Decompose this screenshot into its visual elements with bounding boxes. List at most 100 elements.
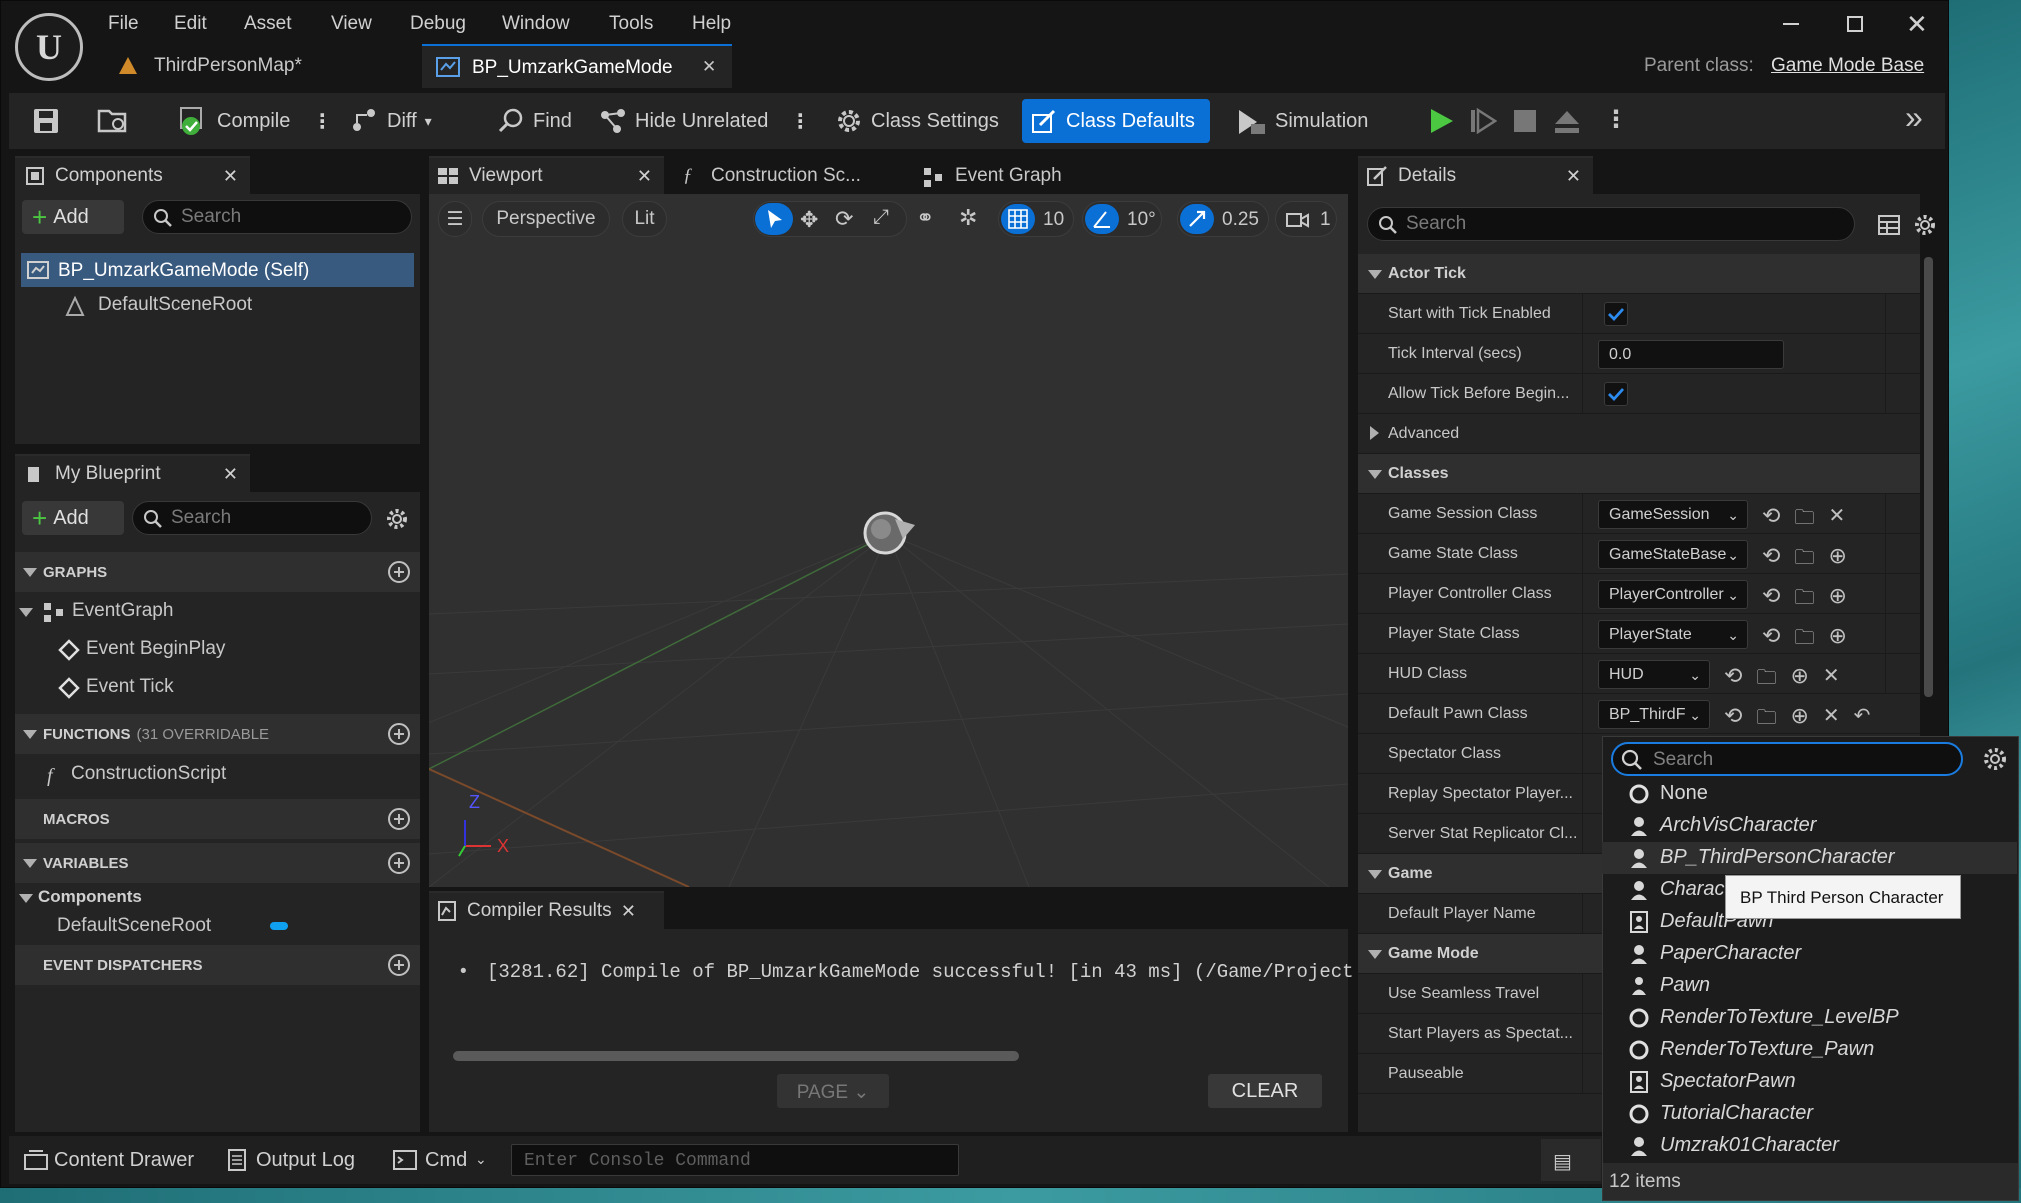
add-new-icon[interactable]: ⊕ xyxy=(1828,583,1846,617)
game-state-combo[interactable]: GameStateBase ⌄ xyxy=(1598,540,1748,569)
compile-button[interactable]: Compile ⋮ xyxy=(169,97,340,145)
browse-asset-icon[interactable]: 🗀 xyxy=(1794,583,1814,617)
browse-asset-icon[interactable]: 🗀 xyxy=(1794,543,1814,577)
viewport-options-button[interactable]: ☰ xyxy=(438,201,472,237)
event-tick-item[interactable]: Event Tick xyxy=(86,676,174,698)
use-selected-icon[interactable]: ⟲ xyxy=(1762,583,1780,617)
component-self-row[interactable]: BP_UmzarkGameMode (Self) xyxy=(21,253,414,287)
compiler-hscroll[interactable] xyxy=(453,1051,1019,1061)
menu-view[interactable]: View xyxy=(331,13,372,35)
maximize-button[interactable] xyxy=(1847,16,1863,32)
class-option-paper-character[interactable]: PaperCharacter xyxy=(1602,938,2017,970)
details-search-input[interactable]: Search xyxy=(1367,207,1855,241)
play-icon[interactable] xyxy=(1427,107,1455,135)
picker-settings-icon[interactable] xyxy=(1982,746,2008,772)
add-graph-icon[interactable] xyxy=(388,561,410,583)
surface-snap-icon[interactable]: ✲ xyxy=(959,205,977,231)
browse-asset-icon[interactable]: 🗀 xyxy=(1756,703,1776,737)
clear-icon[interactable]: ✕ xyxy=(1823,663,1840,697)
grid-snap-button[interactable]: 10 xyxy=(998,201,1074,237)
tab-viewport[interactable]: Viewport ✕ xyxy=(429,156,664,194)
menu-asset[interactable]: Asset xyxy=(244,13,292,35)
minimize-button[interactable] xyxy=(1783,23,1799,25)
category-classes[interactable]: Classes xyxy=(1358,454,1920,494)
my-blueprint-search-input[interactable]: Search xyxy=(132,501,372,535)
section-event-dispatchers[interactable]: EVENT DISPATCHERS xyxy=(15,945,420,985)
add-member-button[interactable]: + Add xyxy=(22,501,124,535)
close-tab-icon[interactable]: ✕ xyxy=(702,57,716,77)
clear-button[interactable]: CLEAR xyxy=(1208,1074,1322,1108)
unreal-logo[interactable]: U xyxy=(15,13,83,81)
camera-speed-button[interactable]: 1 xyxy=(1275,201,1337,237)
category-actor-tick[interactable]: Actor Tick xyxy=(1358,254,1920,294)
section-functions[interactable]: FUNCTIONS (31 OVERRIDABLE xyxy=(15,714,420,754)
class-picker-search-input[interactable]: Search xyxy=(1611,742,1963,776)
perspective-button[interactable]: Perspective xyxy=(482,201,610,237)
close-viewport-icon[interactable]: ✕ xyxy=(637,166,652,187)
add-macro-icon[interactable] xyxy=(388,808,410,830)
class-option-pawn[interactable]: Pawn xyxy=(1602,970,2017,1002)
table-view-icon[interactable] xyxy=(1877,214,1901,236)
player-state-combo[interactable]: PlayerState ⌄ xyxy=(1598,620,1748,649)
construction-script-item[interactable]: ConstructionScript xyxy=(71,763,226,785)
tab-compiler-results[interactable]: Compiler Results ✕ xyxy=(429,891,664,929)
browse-asset-icon[interactable]: 🗀 xyxy=(1794,623,1814,657)
components-search-input[interactable]: Search xyxy=(142,200,412,234)
section-graphs[interactable]: GRAPHS xyxy=(15,552,420,592)
output-log-button[interactable]: Output Log xyxy=(219,1139,369,1181)
section-macros[interactable]: MACROS xyxy=(15,799,420,839)
tab-components[interactable]: Components ✕ xyxy=(15,156,250,194)
rotate-icon[interactable]: ⟳ xyxy=(835,206,853,232)
class-option-render-levelbp[interactable]: RenderToTexture_LevelBP xyxy=(1602,1002,2017,1034)
allow-tick-checkbox[interactable] xyxy=(1604,382,1628,406)
menu-help[interactable]: Help xyxy=(692,13,731,35)
add-variable-icon[interactable] xyxy=(388,852,410,874)
close-details-icon[interactable]: ✕ xyxy=(1566,166,1581,187)
class-option-bp-third-person[interactable]: BP_ThirdPersonCharacter xyxy=(1602,842,2017,874)
event-beginplay-item[interactable]: Event BeginPlay xyxy=(86,638,225,660)
eject-icon[interactable] xyxy=(1553,108,1581,134)
clear-icon[interactable]: ✕ xyxy=(1828,503,1845,537)
tab-blueprint[interactable]: BP_UmzarkGameMode ✕ xyxy=(422,44,732,88)
settings-gear-icon[interactable] xyxy=(385,507,409,531)
close-window-button[interactable]: ✕ xyxy=(1906,9,1928,40)
game-session-combo[interactable]: GameSession ⌄ xyxy=(1598,500,1748,529)
clear-icon[interactable]: ✕ xyxy=(1823,703,1840,737)
event-graph-item[interactable]: EventGraph xyxy=(72,600,173,622)
add-new-icon[interactable]: ⊕ xyxy=(1790,663,1808,697)
start-tick-checkbox[interactable] xyxy=(1604,302,1628,326)
add-function-icon[interactable] xyxy=(388,723,410,745)
class-option-archvis[interactable]: ArchVisCharacter xyxy=(1602,810,2017,842)
class-defaults-button[interactable]: Class Defaults xyxy=(1022,99,1210,143)
tick-interval-input[interactable]: 0.0 xyxy=(1598,340,1784,369)
viewport-canvas[interactable]: Z X xyxy=(429,194,1348,887)
parent-class-link[interactable]: Game Mode Base xyxy=(1771,55,1924,77)
cmd-dropdown[interactable]: Cmd ⌄ xyxy=(387,1139,497,1181)
lit-button[interactable]: Lit xyxy=(622,201,667,237)
class-option-none[interactable]: None xyxy=(1602,778,2017,810)
tab-map[interactable]: ThirdPersonMap* xyxy=(111,44,411,88)
source-control-button[interactable]: ▤ xyxy=(1541,1139,1601,1181)
reset-default-icon[interactable]: ↶ xyxy=(1854,703,1871,737)
player-controller-combo[interactable]: PlayerController ⌄ xyxy=(1598,580,1748,609)
browse-icon[interactable] xyxy=(97,105,129,135)
use-selected-icon[interactable]: ⟲ xyxy=(1724,663,1742,697)
select-mode-button[interactable] xyxy=(755,203,793,235)
variables-components-group[interactable]: Components xyxy=(38,887,142,907)
close-components-icon[interactable]: ✕ xyxy=(223,166,238,187)
menu-file[interactable]: File xyxy=(108,13,139,35)
tab-construction-script[interactable]: ƒ Construction Sc... xyxy=(673,161,903,195)
class-settings-button[interactable]: Class Settings xyxy=(827,97,1007,145)
class-option-render-pawn[interactable]: RenderToTexture_Pawn xyxy=(1602,1034,2017,1066)
row-advanced[interactable]: Advanced xyxy=(1358,414,1920,454)
hide-unrelated-button[interactable]: Hide Unrelated ⋮ xyxy=(591,97,818,145)
class-option-tutorial[interactable]: TutorialCharacter xyxy=(1602,1098,2017,1130)
variable-scene-root[interactable]: DefaultSceneRoot xyxy=(57,915,211,937)
default-pawn-combo[interactable]: BP_ThirdF ⌄ xyxy=(1598,700,1710,729)
use-selected-icon[interactable]: ⟲ xyxy=(1724,703,1742,737)
close-my-blueprint-icon[interactable]: ✕ xyxy=(223,464,238,485)
save-icon[interactable] xyxy=(32,107,60,135)
hide-unrelated-options-icon[interactable]: ⋮ xyxy=(790,109,810,134)
details-settings-icon[interactable] xyxy=(1913,213,1937,237)
find-button[interactable]: Find xyxy=(489,97,580,145)
